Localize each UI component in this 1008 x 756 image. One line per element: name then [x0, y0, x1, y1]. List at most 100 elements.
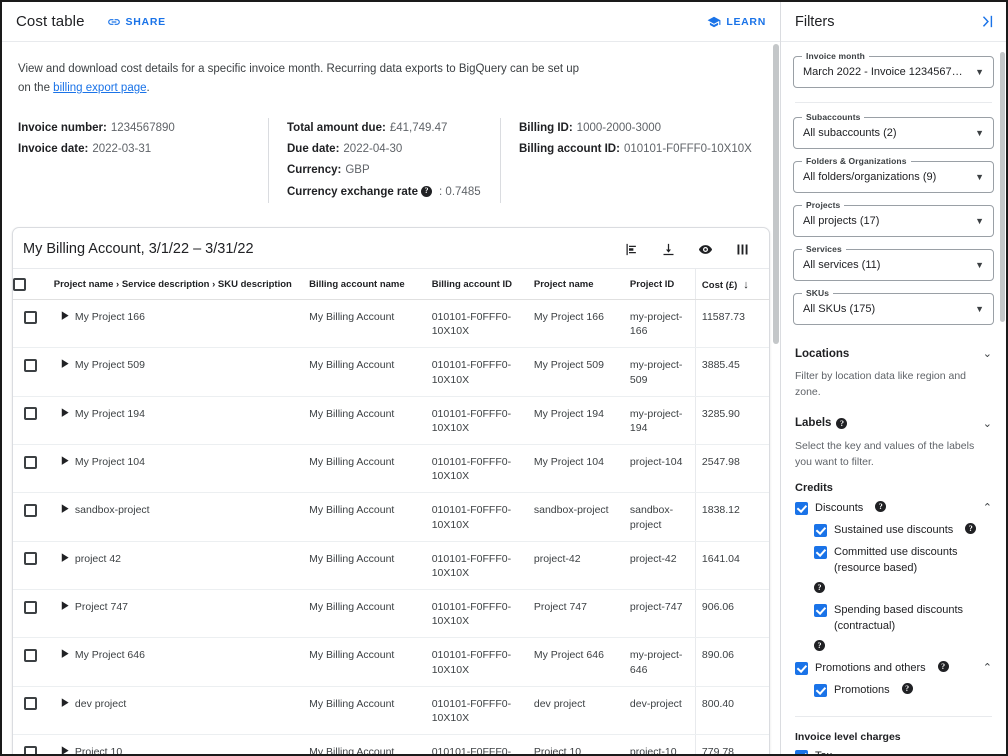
- invoice-month-select[interactable]: Invoice month March 2022 - Invoice 12345…: [793, 51, 994, 88]
- spending-based-discounts-checkbox[interactable]: [814, 603, 827, 617]
- expand-row-icon[interactable]: ▶: [61, 742, 68, 754]
- table-row[interactable]: ▶ My Project 646 My Billing Account 010101-…: [13, 637, 769, 687]
- chevron-up-icon[interactable]: ⌃: [983, 501, 992, 514]
- tax-checkbox[interactable]: [795, 749, 808, 754]
- cell-project-id: project-747: [623, 589, 696, 639]
- cell-cost: 3885.45: [694, 347, 769, 397]
- committed-use-discounts-checkbox[interactable]: [814, 545, 827, 559]
- row-checkbox[interactable]: [23, 552, 37, 566]
- expand-row-icon[interactable]: ▶: [61, 693, 68, 712]
- row-checkbox[interactable]: [23, 359, 37, 373]
- columns-icon[interactable]: [733, 240, 751, 258]
- billing-account-id-label: Billing account ID:: [519, 143, 620, 156]
- filter-services: Services All services (11) ▼: [793, 244, 994, 281]
- col-header-billing-account-name[interactable]: Billing account name: [303, 268, 426, 300]
- visibility-icon[interactable]: [696, 240, 714, 258]
- row-select-cell: [13, 347, 48, 397]
- table-row[interactable]: ▶ sandbox-project My Billing Account 010101…: [13, 492, 769, 542]
- learn-button[interactable]: LEARN: [707, 15, 766, 29]
- skus-select[interactable]: SKUs All SKUs (175) ▼: [793, 288, 994, 325]
- projects-select[interactable]: Projects All projects (17) ▼: [793, 200, 994, 237]
- school-icon: [707, 15, 721, 29]
- promotions-and-others-checkbox[interactable]: [795, 661, 808, 675]
- help-icon[interactable]: ?: [965, 523, 977, 534]
- table-row[interactable]: ▶ dev project My Billing Account 010101-F0F…: [13, 686, 769, 736]
- cost-table-toolbar: My Billing Account, 3/1/22 – 3/31/22: [13, 228, 769, 268]
- help-icon[interactable]: ?: [421, 186, 433, 198]
- select-all-checkbox[interactable]: [13, 278, 26, 291]
- chevron-up-icon[interactable]: ⌃: [983, 661, 992, 674]
- folders-organizations-value: All folders/organizations (9): [803, 171, 937, 183]
- row-checkbox[interactable]: [23, 697, 37, 711]
- expand-row-icon[interactable]: ▶: [61, 307, 68, 326]
- expand-row-icon[interactable]: ▶: [61, 403, 68, 422]
- cell-account-name: My Billing Account: [303, 492, 426, 542]
- row-checkbox[interactable]: [23, 407, 37, 421]
- help-icon[interactable]: ?: [814, 582, 825, 594]
- subaccounts-select[interactable]: Subaccounts All subaccounts (2) ▼: [793, 112, 994, 149]
- col-header-hierarchy[interactable]: Project name › Service description › SKU…: [47, 268, 304, 300]
- col-header-project-id[interactable]: Project ID: [623, 268, 696, 300]
- invoice-number-value: 1234567890: [110, 121, 175, 134]
- filters-panel: Filters Invoice month March 2022 - Invoi…: [780, 2, 1006, 754]
- table-row[interactable]: ▶ My Project 509 My Billing Account 010101-…: [13, 347, 769, 397]
- main-vertical-scroll-thumb[interactable]: [773, 44, 779, 344]
- col-header-project-name[interactable]: Project name: [527, 268, 624, 300]
- help-icon[interactable]: ?: [875, 501, 887, 513]
- locations-section-header[interactable]: Locations ⌄: [793, 343, 994, 362]
- help-icon[interactable]: ?: [814, 639, 825, 651]
- cell-project-name: project-42: [527, 541, 624, 591]
- table-row[interactable]: ▶ My Project 104 My Billing Account 010101-…: [13, 444, 769, 494]
- sustained-use-discounts-checkbox[interactable]: [814, 524, 827, 537]
- row-checkbox[interactable]: [23, 310, 37, 324]
- expand-row-icon[interactable]: ▶: [61, 548, 68, 567]
- download-icon[interactable]: [659, 240, 677, 258]
- expand-row-icon[interactable]: ▶: [61, 355, 68, 374]
- collapse-all-icon[interactable]: [622, 240, 640, 258]
- col-header-billing-account-id[interactable]: Billing account ID: [425, 268, 528, 300]
- table-row[interactable]: ▶ Project 747 My Billing Account 010101-F0F…: [13, 589, 769, 639]
- expand-row-icon[interactable]: ▶: [61, 597, 68, 616]
- help-icon[interactable]: ?: [836, 417, 848, 429]
- expand-row-icon[interactable]: ▶: [61, 645, 68, 664]
- expand-row-icon[interactable]: ▶: [61, 452, 68, 471]
- table-row[interactable]: ▶ My Project 194 My Billing Account 010101-…: [13, 396, 769, 446]
- billing-export-link[interactable]: billing export page: [53, 82, 146, 94]
- row-checkbox[interactable]: [23, 745, 37, 754]
- cell-project-name: My Project 194: [527, 396, 624, 446]
- main-vertical-scrollbar[interactable]: [773, 44, 779, 748]
- collapse-panel-icon[interactable]: [979, 13, 996, 30]
- chevron-down-icon[interactable]: ⌄: [983, 347, 992, 360]
- cell-account-name: My Billing Account: [303, 299, 426, 349]
- chevron-down-icon[interactable]: ⌄: [983, 417, 992, 430]
- table-row[interactable]: ▶ Project 10 My Billing Account 010101-F0FF…: [13, 734, 769, 754]
- cell-account-name: My Billing Account: [303, 444, 426, 494]
- chevron-down-icon: ▼: [975, 128, 984, 138]
- chevron-down-icon: ▼: [975, 304, 984, 314]
- row-checkbox[interactable]: [23, 455, 37, 469]
- services-select[interactable]: Services All services (11) ▼: [793, 244, 994, 281]
- row-checkbox[interactable]: [23, 649, 37, 663]
- share-button[interactable]: SHARE: [107, 15, 166, 29]
- col-header-cost[interactable]: Cost (£) ↓: [694, 268, 769, 300]
- cell-name: ▶ dev project: [47, 686, 304, 736]
- cell-cost: 800.40: [694, 686, 769, 736]
- discounts-checkbox[interactable]: [795, 502, 808, 516]
- cost-table-title: My Billing Account, 3/1/22 – 3/31/22: [23, 241, 254, 257]
- table-row[interactable]: ▶ project 42 My Billing Account 010101-F0FF…: [13, 541, 769, 591]
- locations-description: Filter by location data like region and …: [795, 370, 967, 399]
- main-scroll-area: View and download cost details for a spe…: [2, 42, 780, 754]
- row-checkbox[interactable]: [23, 600, 37, 614]
- row-checkbox[interactable]: [23, 504, 37, 518]
- labels-section-header[interactable]: Labels ? ⌄: [793, 413, 994, 432]
- help-icon[interactable]: ?: [937, 660, 949, 672]
- table-row[interactable]: ▶ My Project 166 My Billing Account 010101-…: [13, 299, 769, 349]
- promotions-checkbox[interactable]: [814, 683, 827, 697]
- folders-organizations-select[interactable]: Folders & Organizations All folders/orga…: [793, 156, 994, 193]
- exchange-rate-row: Currency exchange rate?: 0.7485: [287, 182, 482, 203]
- help-icon[interactable]: ?: [901, 682, 913, 694]
- filters-vertical-scrollbar[interactable]: [1000, 52, 1005, 322]
- expand-row-icon[interactable]: ▶: [61, 500, 68, 519]
- cell-account-name: My Billing Account: [303, 734, 426, 754]
- link-icon: [107, 15, 121, 29]
